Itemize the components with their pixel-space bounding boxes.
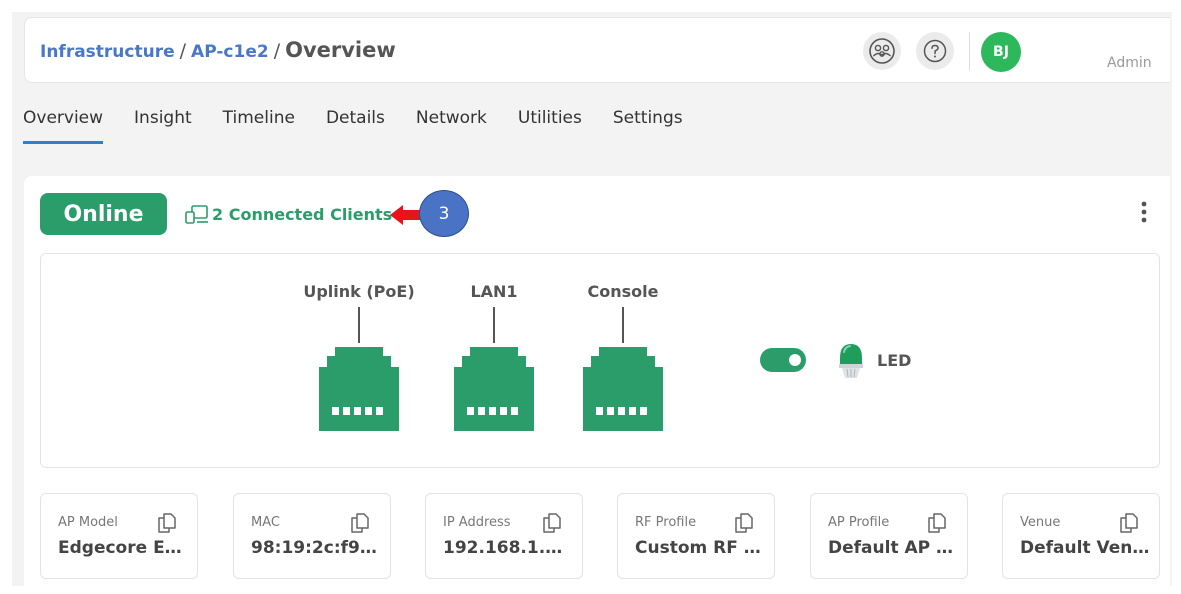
tab-utilities[interactable]: Utilities <box>518 108 582 144</box>
info-card-venue: Venue Default Ven… <box>1002 493 1160 579</box>
breadcrumb-infrastructure-link[interactable]: Infrastructure <box>40 42 175 62</box>
breadcrumb-separator: / <box>179 40 187 62</box>
copy-icon[interactable] <box>1117 511 1141 535</box>
tab-insight[interactable]: Insight <box>134 108 192 144</box>
port-uplink: Uplink (PoE) <box>299 282 419 431</box>
user-role: Admin <box>1107 55 1152 71</box>
info-card-label: MAC <box>251 515 280 530</box>
port-label: LAN1 <box>470 282 518 301</box>
info-card-value: 192.168.1.204 <box>443 538 573 558</box>
connected-clients-label: 2 Connected Clients <box>212 204 393 224</box>
port-panel: Uplink (PoE) LAN1 Console LED <box>40 253 1160 468</box>
page-header: Infrastructure / AP-c1e2 / Overview BJ A… <box>24 17 1170 83</box>
info-card-rf-profile: RF Profile Custom RF … <box>617 493 775 579</box>
help-button[interactable] <box>916 32 954 70</box>
port-connector-line <box>493 307 495 343</box>
tab-overview[interactable]: Overview <box>23 108 104 144</box>
header-divider <box>969 32 970 70</box>
breadcrumb-device-link[interactable]: AP-c1e2 <box>191 42 269 62</box>
users-switch-button[interactable] <box>863 32 901 70</box>
tab-details[interactable]: Details <box>326 108 385 144</box>
users-switch-icon <box>869 38 895 64</box>
info-card-ap-model: AP Model Edgecore E… <box>40 493 198 579</box>
port-connector-line <box>622 307 624 343</box>
toggle-knob <box>789 354 801 366</box>
info-card-label: Venue <box>1020 515 1061 530</box>
breadcrumb-separator: / <box>273 40 281 62</box>
devices-icon <box>185 205 208 224</box>
tab-settings[interactable]: Settings <box>613 108 683 144</box>
help-icon <box>923 39 947 63</box>
copy-icon[interactable] <box>732 511 756 535</box>
info-card-value: Default AP P… <box>828 538 958 558</box>
tab-network[interactable]: Network <box>416 108 487 144</box>
more-options-icon[interactable] <box>1136 200 1152 226</box>
connected-clients-link[interactable]: 2 Connected Clients <box>184 204 392 224</box>
port-console: Console <box>563 282 683 431</box>
ethernet-port-icon <box>583 347 663 431</box>
ethernet-port-icon <box>319 347 399 431</box>
breadcrumb: Infrastructure / AP-c1e2 / Overview <box>40 38 396 62</box>
info-card-label: IP Address <box>443 515 511 530</box>
port-label: Console <box>587 282 659 301</box>
info-card-value: Edgecore E… <box>58 538 182 558</box>
led-toggle[interactable] <box>760 348 806 372</box>
copy-icon[interactable] <box>348 511 372 535</box>
info-card-label: AP Model <box>58 515 118 530</box>
info-card-ap-profile: AP Profile Default AP P… <box>810 493 968 579</box>
info-card-value: Default Ven… <box>1020 538 1150 558</box>
info-card-label: RF Profile <box>635 515 697 530</box>
tab-bar: Overview Insight Timeline Details Networ… <box>23 108 714 146</box>
info-card-label: AP Profile <box>828 515 890 530</box>
copy-icon[interactable] <box>155 511 179 535</box>
overview-card: Online 2 Connected Clients 3 Uplink (PoE… <box>24 176 1170 586</box>
led-label: LED <box>877 351 912 370</box>
info-card-value: Custom RF … <box>635 538 761 558</box>
page-title: Overview <box>285 38 396 62</box>
info-card-ip-address: IP Address 192.168.1.204 <box>425 493 583 579</box>
info-card-mac: MAC 98:19:2c:f9:… <box>233 493 391 579</box>
ethernet-port-icon <box>454 347 534 431</box>
info-card-value: 98:19:2c:f9:… <box>251 538 381 558</box>
port-label: Uplink (PoE) <box>303 282 415 301</box>
user-avatar[interactable]: BJ <box>981 32 1021 72</box>
port-lan1: LAN1 <box>434 282 554 431</box>
status-badge: Online <box>40 193 167 235</box>
copy-icon[interactable] <box>540 511 564 535</box>
tab-timeline[interactable]: Timeline <box>223 108 295 144</box>
port-connector-line <box>358 307 360 343</box>
annotation-badge: 3 <box>419 190 469 237</box>
copy-icon[interactable] <box>925 511 949 535</box>
led-bulb-icon <box>839 344 863 378</box>
